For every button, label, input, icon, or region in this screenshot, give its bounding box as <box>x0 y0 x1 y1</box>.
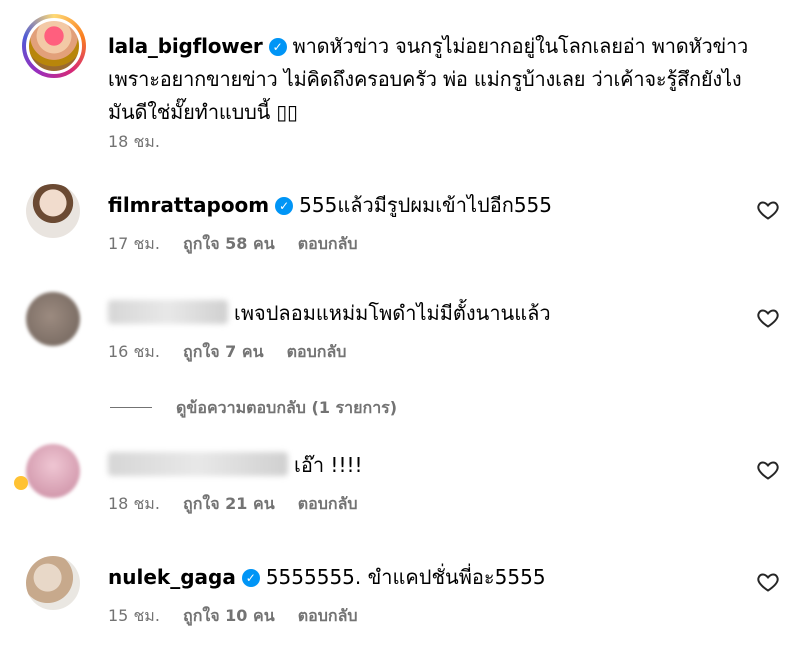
avatar[interactable] <box>26 18 82 74</box>
verified-badge-icon: ✓ <box>275 197 294 215</box>
comment-body: filmrattapoom ✓ 555แล้วมีรูปผมเข้าไปอีก555 <box>108 190 728 220</box>
comment-meta: 17 ชม. ถูกใจ 58 คน ตอบกลับ <box>108 232 376 257</box>
divider-line <box>110 407 152 408</box>
avatar[interactable] <box>26 184 80 238</box>
heart-outline-icon[interactable] <box>756 306 780 330</box>
avatar[interactable] <box>26 444 80 498</box>
comment-username[interactable]: filmrattapoom <box>108 193 269 217</box>
comment-text: 555แล้วมีรูปผมเข้าไปอีก555 <box>299 193 553 217</box>
comment-meta: 15 ชม. ถูกใจ 10 คน ตอบกลับ <box>108 604 376 629</box>
avatar[interactable] <box>26 292 80 346</box>
comment-meta: 16 ชม. ถูกใจ 7 คน ตอบกลับ <box>108 340 364 365</box>
reply-button[interactable]: ตอบกลับ <box>298 494 358 513</box>
comment-timestamp[interactable]: 18 ชม. <box>108 494 160 513</box>
caption-avatar-ring[interactable] <box>22 14 86 78</box>
comment-body: เอ๊า !!!! <box>108 450 728 480</box>
comment-username[interactable] <box>108 300 228 324</box>
heart-outline-icon[interactable] <box>756 570 780 594</box>
comment-likes[interactable]: ถูกใจ 58 คน <box>183 234 275 253</box>
view-replies-label: ดูข้อความตอบกลับ (1 รายการ) <box>176 398 398 417</box>
caption-text-block: lala_bigflower ✓ พาดหัวข่าว จนกรูไม่อยากอย… <box>108 30 768 129</box>
comment-item: เพจปลอมแหม่มโพดำไม่มีตั้งนานแล้ว 16 ชม. … <box>22 292 782 372</box>
comment-meta: 18 ชม. ถูกใจ 21 คน ตอบกลับ <box>108 492 376 517</box>
comment-text: เพจปลอมแหม่มโพดำไม่มีตั้งนานแล้ว <box>234 301 551 325</box>
comment-body: nulek_gaga ✓ 5555555. ขำแคปชั่นพี่อะ5555 <box>108 562 728 592</box>
reply-button[interactable]: ตอบกลับ <box>298 234 358 253</box>
verified-badge-icon: ✓ <box>268 38 287 56</box>
reply-button[interactable]: ตอบกลับ <box>298 606 358 625</box>
reply-button[interactable]: ตอบกลับ <box>287 342 347 361</box>
comment-text: 5555555. ขำแคปชั่นพี่อะ5555 <box>265 565 546 589</box>
caption-timestamp[interactable]: 18 ชม. <box>108 130 160 155</box>
heart-outline-icon[interactable] <box>756 458 780 482</box>
comment-text: เอ๊า !!!! <box>294 453 363 477</box>
heart-outline-icon[interactable] <box>756 198 780 222</box>
avatar[interactable] <box>26 556 80 610</box>
comment-body: เพจปลอมแหม่มโพดำไม่มีตั้งนานแล้ว <box>108 298 728 328</box>
comment-timestamp[interactable]: 17 ชม. <box>108 234 160 253</box>
comment-timestamp[interactable]: 16 ชม. <box>108 342 160 361</box>
comment-likes[interactable]: ถูกใจ 21 คน <box>183 494 275 513</box>
comment-likes[interactable]: ถูกใจ 10 คน <box>183 606 275 625</box>
comment-item: เอ๊า !!!! 18 ชม. ถูกใจ 21 คน ตอบกลับ <box>22 444 782 524</box>
emoji-placeholder-icon: ▯▯ <box>270 100 298 124</box>
verified-badge-icon: ✓ <box>241 569 260 587</box>
comment-username[interactable]: nulek_gaga <box>108 565 236 589</box>
caption-username[interactable]: lala_bigflower <box>108 34 263 58</box>
comment-timestamp[interactable]: 15 ชม. <box>108 606 160 625</box>
comment-likes[interactable]: ถูกใจ 7 คน <box>183 342 263 361</box>
view-replies-button[interactable]: ดูข้อความตอบกลับ (1 รายการ) <box>110 396 397 421</box>
comment-item: filmrattapoom ✓ 555แล้วมีรูปผมเข้าไปอีก555… <box>22 184 782 264</box>
comment-username[interactable] <box>108 452 288 476</box>
comment-item: nulek_gaga ✓ 5555555. ขำแคปชั่นพี่อะ5555 1… <box>22 556 782 636</box>
comments-panel: lala_bigflower ✓ พาดหัวข่าว จนกรูไม่อยากอย… <box>0 0 800 659</box>
story-ring-icon <box>14 476 28 490</box>
